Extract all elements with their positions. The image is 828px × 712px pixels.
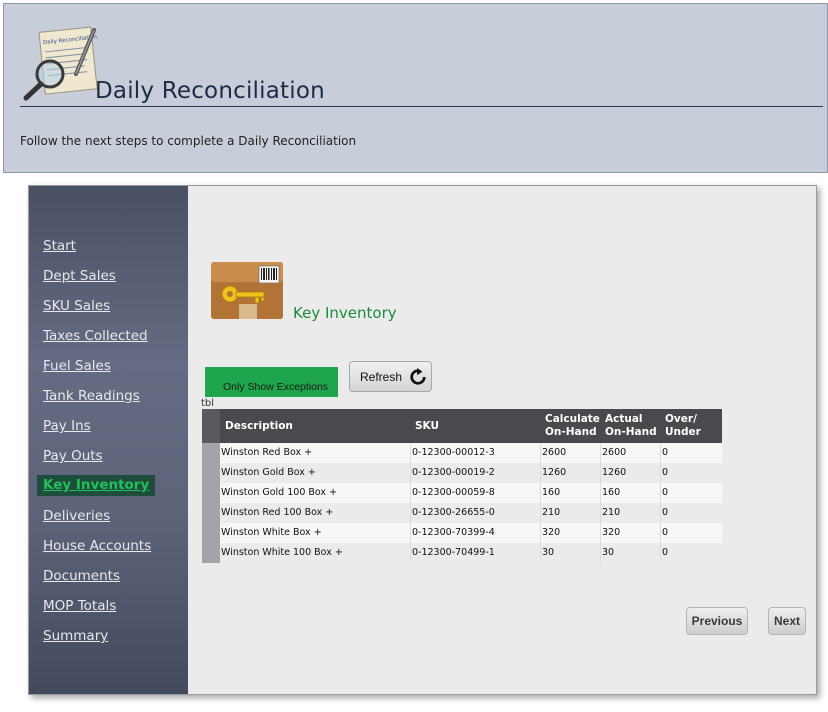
- sidebar-item-dept-sales[interactable]: Dept Sales: [43, 268, 116, 284]
- cell-description: Winston White Box +: [221, 527, 322, 538]
- row-selector[interactable]: [202, 443, 220, 463]
- cell-over-under: 0: [660, 543, 720, 563]
- table-row[interactable]: Winston Gold 100 Box + 0-12300-00059-8 1…: [202, 483, 722, 503]
- sidebar-item-pay-ins[interactable]: Pay Ins: [43, 418, 91, 434]
- sidebar-item-tank-readings[interactable]: Tank Readings: [43, 388, 140, 404]
- column-header-over-line2: Under: [665, 426, 701, 438]
- column-header-sku[interactable]: SKU: [415, 409, 439, 443]
- sidebar-item-deliveries[interactable]: Deliveries: [43, 508, 110, 524]
- cell-sku: 0-12300-70399-4: [410, 523, 540, 543]
- cell-over-under: 0: [660, 463, 720, 483]
- next-button[interactable]: Next: [768, 607, 806, 635]
- clipboard-magnifier-icon: Daily Reconciliation: [23, 26, 98, 101]
- sidebar-item-fuel-sales[interactable]: Fuel Sales: [43, 358, 111, 374]
- page-header: Daily Reconciliation Daily Reconciliatio…: [3, 3, 828, 173]
- cell-sku: 0-12300-00059-8: [410, 483, 540, 503]
- cell-description: Winston Gold Box +: [221, 467, 316, 478]
- refresh-button[interactable]: Refresh: [349, 361, 432, 392]
- column-header-over-under[interactable]: Over/ Under: [665, 409, 701, 443]
- cell-actual-on-hand: 2600: [600, 443, 660, 463]
- sidebar-nav: Start Dept Sales SKU Sales Taxes Collect…: [29, 186, 188, 694]
- key-inventory-table: Description SKU Calculate On-Hand Actual…: [202, 409, 722, 563]
- sidebar-item-mop-totals[interactable]: MOP Totals: [43, 598, 116, 614]
- column-header-calculate-on-hand[interactable]: Calculate On-Hand: [545, 409, 600, 443]
- cell-description: Winston White 100 Box +: [221, 547, 343, 558]
- wizard-panel: Start Dept Sales SKU Sales Taxes Collect…: [28, 185, 817, 695]
- column-header-actual-on-hand[interactable]: Actual On-Hand: [605, 409, 657, 443]
- cell-over-under: 0: [660, 443, 720, 463]
- sidebar-item-taxes-collected[interactable]: Taxes Collected: [43, 328, 148, 344]
- sidebar-item-house-accounts[interactable]: House Accounts: [43, 538, 151, 554]
- previous-button[interactable]: Previous: [686, 607, 748, 635]
- column-header-actual-line1: Actual: [605, 413, 643, 425]
- row-selector[interactable]: [202, 543, 220, 563]
- table-row[interactable]: Winston Red 100 Box + 0-12300-26655-0 21…: [202, 503, 722, 523]
- row-selector[interactable]: [202, 483, 220, 503]
- cell-calculate-on-hand: 160: [540, 483, 600, 503]
- sidebar-item-key-inventory[interactable]: Key Inventory: [37, 475, 156, 496]
- sidebar-item-sku-sales[interactable]: SKU Sales: [43, 298, 110, 314]
- key-barcode-icon: [211, 262, 283, 319]
- cell-actual-on-hand: 30: [600, 543, 660, 563]
- sidebar-item-summary[interactable]: Summary: [43, 628, 108, 644]
- column-header-actual-line2: On-Hand: [605, 426, 657, 438]
- row-selector[interactable]: [202, 503, 220, 523]
- row-selector[interactable]: [202, 523, 220, 543]
- column-header-calculate-line1: Calculate: [545, 413, 600, 425]
- table-label: tbl: [201, 398, 215, 409]
- cell-description: Winston Gold 100 Box +: [221, 487, 338, 498]
- refresh-icon: [410, 368, 426, 385]
- cell-calculate-on-hand: 2600: [540, 443, 600, 463]
- cell-over-under: 0: [660, 503, 720, 523]
- page-title: Daily Reconciliation: [95, 78, 325, 104]
- cell-actual-on-hand: 160: [600, 483, 660, 503]
- cell-sku: 0-12300-00019-2: [410, 463, 540, 483]
- title-divider: [20, 106, 823, 107]
- cell-description: Winston Red 100 Box +: [221, 507, 334, 518]
- cell-actual-on-hand: 210: [600, 503, 660, 523]
- column-header-description[interactable]: Description: [225, 409, 293, 443]
- cell-sku: 0-12300-26655-0: [410, 503, 540, 523]
- table-row[interactable]: Winston White Box + 0-12300-70399-4 320 …: [202, 523, 722, 543]
- table-row[interactable]: Winston Red Box + 0-12300-00012-3 2600 2…: [202, 443, 722, 463]
- cell-sku: 0-12300-70499-1: [410, 543, 540, 563]
- row-selector-header: [202, 409, 220, 443]
- sidebar-item-documents[interactable]: Documents: [43, 568, 120, 584]
- row-selector[interactable]: [202, 463, 220, 483]
- sidebar-item-start[interactable]: Start: [43, 238, 76, 254]
- table-header: Description SKU Calculate On-Hand Actual…: [202, 409, 722, 443]
- sidebar-item-pay-outs[interactable]: Pay Outs: [43, 448, 103, 464]
- table-row[interactable]: Winston Gold Box + 0-12300-00019-2 1260 …: [202, 463, 722, 483]
- cell-actual-on-hand: 320: [600, 523, 660, 543]
- cell-description: Winston Red Box +: [221, 447, 313, 458]
- cell-calculate-on-hand: 210: [540, 503, 600, 523]
- cell-over-under: 0: [660, 483, 720, 503]
- cell-over-under: 0: [660, 523, 720, 543]
- cell-calculate-on-hand: 30: [540, 543, 600, 563]
- page-subtitle: Follow the next steps to complete a Dail…: [20, 134, 357, 148]
- cell-sku: 0-12300-00012-3: [410, 443, 540, 463]
- column-header-over-line1: Over/: [665, 413, 697, 425]
- cell-calculate-on-hand: 1260: [540, 463, 600, 483]
- table-row[interactable]: Winston White 100 Box + 0-12300-70499-1 …: [202, 543, 722, 563]
- column-header-calculate-line2: On-Hand: [545, 426, 597, 438]
- only-show-exceptions-button[interactable]: Only Show Exceptions: [205, 367, 338, 397]
- section-title: Key Inventory: [293, 304, 397, 322]
- cell-calculate-on-hand: 320: [540, 523, 600, 543]
- refresh-label: Refresh: [360, 369, 403, 384]
- cell-actual-on-hand: 1260: [600, 463, 660, 483]
